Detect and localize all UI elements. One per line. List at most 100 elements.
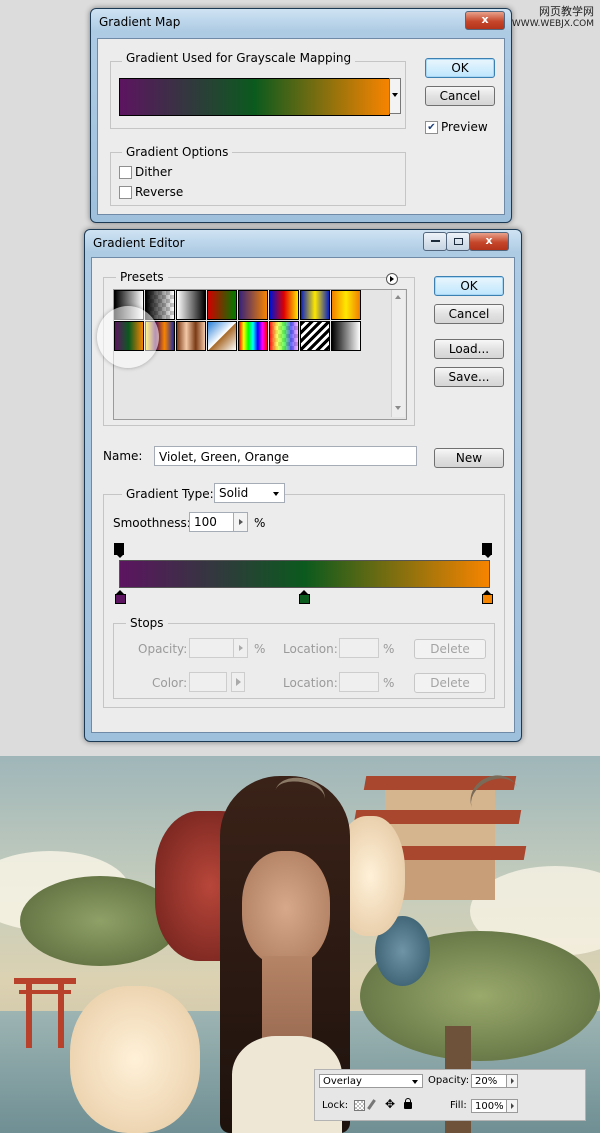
gradient-editor-dialog: Gradient Editor x Presets OK Cancel Load… xyxy=(84,229,522,742)
close-icon: x xyxy=(481,13,489,26)
blend-mode-select[interactable]: Overlay xyxy=(319,1074,423,1088)
gradient-type-value: Solid xyxy=(219,486,249,500)
name-label: Name: xyxy=(103,449,143,463)
preset-swatch-spectrum[interactable] xyxy=(238,321,268,351)
gradient-picker-dropdown-button[interactable] xyxy=(389,78,401,114)
gradient-editor-cancel-button[interactable]: Cancel xyxy=(434,304,504,324)
gradient-map-dialog: Gradient Map x Gradient Used for Graysca… xyxy=(90,8,512,223)
blend-mode-value: Overlay xyxy=(323,1076,362,1087)
layers-panel: Overlay Opacity: 20% Lock: ✥ Fill: 100% xyxy=(314,1069,586,1121)
opacity-stepper[interactable] xyxy=(233,638,248,658)
stop-color-chip xyxy=(482,594,493,604)
stop-marker-icon xyxy=(484,554,492,558)
opacity-stop-right[interactable] xyxy=(482,543,492,558)
arrow-right-icon xyxy=(239,519,243,525)
fill-label: Fill: xyxy=(450,1100,467,1111)
scroll-up-icon xyxy=(395,295,401,299)
arrow-right-icon xyxy=(511,1078,514,1084)
new-button[interactable]: New xyxy=(434,448,504,468)
gradient-map-title: Gradient Map xyxy=(99,15,181,29)
preset-swatch-transparent-stripes[interactable] xyxy=(300,321,330,351)
preset-swatch-chrome[interactable] xyxy=(207,321,237,351)
close-icon: x xyxy=(485,234,493,247)
smoothness-stepper[interactable] xyxy=(233,512,248,532)
layer-opacity-field[interactable]: 20% xyxy=(471,1074,507,1088)
watermark-line1: 网页教学网 xyxy=(539,5,594,18)
gradient-map-cancel-button[interactable]: Cancel xyxy=(425,86,495,106)
gradient-map-close-button[interactable]: x xyxy=(465,11,505,30)
gradient-editor-title: Gradient Editor xyxy=(93,236,185,250)
color-location-label: Location: xyxy=(283,676,338,690)
watermark-line2: WWW.WEBJX.COM xyxy=(511,19,594,29)
preset-swatch-blue-red-yellow[interactable] xyxy=(269,290,299,320)
gradient-editor-ok-button[interactable]: OK xyxy=(434,276,504,296)
preset-swatch-orange-yellow-orange[interactable] xyxy=(331,290,361,320)
lock-image-pixels-icon[interactable] xyxy=(367,1099,376,1110)
preset-swatch-blue-yellow-blue[interactable] xyxy=(300,290,330,320)
highlighted-preset-swatch[interactable] xyxy=(114,321,144,351)
color-delete-button[interactable]: Delete xyxy=(414,673,486,693)
opacity-location-unit: % xyxy=(383,642,395,656)
arrow-right-icon xyxy=(239,645,243,651)
gradient-name-field[interactable]: Violet, Green, Orange xyxy=(154,446,417,466)
preset-swatch-red-green[interactable] xyxy=(207,290,237,320)
stops-label: Stops xyxy=(126,616,168,630)
arrow-right-icon xyxy=(236,678,241,686)
lock-transparent-pixels-icon[interactable] xyxy=(354,1100,365,1111)
gradient-type-label: Gradient Type: xyxy=(122,487,218,501)
dither-label: Dither xyxy=(135,165,173,179)
color-stop-orange[interactable] xyxy=(482,590,493,604)
scroll-down-icon xyxy=(395,406,401,410)
lock-position-icon[interactable]: ✥ xyxy=(385,1098,395,1110)
gradient-editor-close-button[interactable]: x xyxy=(469,232,509,251)
presets-label: Presets xyxy=(116,270,168,284)
gradient-bar[interactable] xyxy=(119,560,490,588)
lock-all-icon[interactable] xyxy=(404,1098,412,1109)
preset-swatch-copper[interactable] xyxy=(176,321,206,351)
torii-gate xyxy=(14,978,76,1048)
reverse-checkbox[interactable] xyxy=(119,186,132,199)
watermark: 网页教学网 WWW.WEBJX.COM xyxy=(512,6,594,30)
maximize-button[interactable] xyxy=(446,232,470,251)
preset-swatch-transparent-rainbow[interactable] xyxy=(269,321,299,351)
smoothness-label: Smoothness: xyxy=(113,516,191,530)
chevron-down-icon xyxy=(392,93,398,97)
opacity-delete-button[interactable]: Delete xyxy=(414,639,486,659)
fill-field[interactable]: 100% xyxy=(471,1099,507,1113)
stop-color-menu-button[interactable] xyxy=(231,672,245,692)
presets-scrollbar[interactable] xyxy=(391,290,405,417)
woman-neck xyxy=(262,956,312,1046)
color-label: Color: xyxy=(152,676,188,690)
preset-swatch-black-white[interactable] xyxy=(176,290,206,320)
fill-stepper[interactable] xyxy=(506,1099,518,1113)
layer-opacity-label: Opacity: xyxy=(428,1075,470,1086)
stop-color-chip xyxy=(115,594,126,604)
presets-menu-icon[interactable] xyxy=(386,273,398,285)
load-button[interactable]: Load... xyxy=(434,339,504,359)
color-stop-violet[interactable] xyxy=(115,590,126,604)
lock-label: Lock: xyxy=(322,1100,349,1111)
preview-label: Preview xyxy=(441,120,488,134)
minimize-button[interactable] xyxy=(423,232,447,251)
color-stop-green[interactable] xyxy=(299,590,310,604)
preview-checkbox[interactable]: ✔ xyxy=(425,121,438,134)
stop-color-field[interactable] xyxy=(189,672,227,692)
gradient-map-ok-button[interactable]: OK xyxy=(425,58,495,78)
preset-swatch-violet-orange[interactable] xyxy=(238,290,268,320)
gradient-preview-picker[interactable] xyxy=(119,78,390,116)
gradient-type-select[interactable]: Solid xyxy=(214,483,285,503)
gradient-options-group-label: Gradient Options xyxy=(122,145,233,159)
opacity-stop-left[interactable] xyxy=(114,543,124,558)
woman-face xyxy=(242,851,330,966)
layer-opacity-stepper[interactable] xyxy=(506,1074,518,1088)
opacity-location-label: Location: xyxy=(283,642,338,656)
opacity-field[interactable] xyxy=(189,638,234,658)
smoothness-field[interactable]: 100 xyxy=(189,512,234,532)
dither-checkbox[interactable] xyxy=(119,166,132,179)
save-button[interactable]: Save... xyxy=(434,367,504,387)
preset-swatch-neutral-density[interactable] xyxy=(331,321,361,351)
color-location-field[interactable] xyxy=(339,672,379,692)
opacity-location-field[interactable] xyxy=(339,638,379,658)
chevron-down-icon xyxy=(412,1080,418,1084)
smoothness-unit: % xyxy=(254,516,266,530)
